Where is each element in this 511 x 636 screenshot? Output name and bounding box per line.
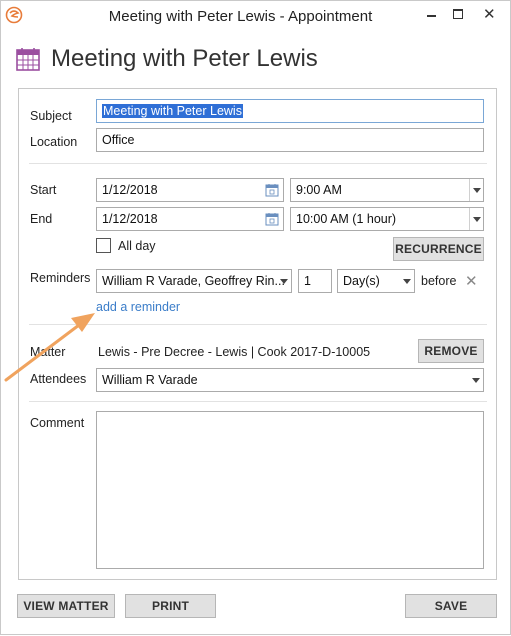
reminder-count-input[interactable]: 1 xyxy=(298,269,332,293)
all-day-label: All day xyxy=(118,239,156,253)
attendees-dropdown[interactable]: William R Varade xyxy=(96,368,484,392)
close-button[interactable]: ✕ xyxy=(477,3,501,27)
calendar-icon xyxy=(16,48,40,71)
location-input[interactable]: Office xyxy=(96,128,484,152)
save-button[interactable]: SAVE xyxy=(405,594,497,618)
reminders-recipients-value: William R Varade, Geoffrey Rin... xyxy=(102,274,285,288)
maximize-button[interactable] xyxy=(447,3,471,27)
comment-label: Comment xyxy=(30,416,85,430)
appointment-form-panel: Subject Meeting with Peter Lewis Locatio… xyxy=(18,88,497,580)
reminder-unit-dropdown[interactable]: Day(s) xyxy=(337,269,415,293)
remove-matter-button[interactable]: REMOVE xyxy=(418,339,484,363)
attendees-label: Attendees xyxy=(30,372,87,386)
location-label: Location xyxy=(30,135,78,149)
view-matter-button[interactable]: VIEW MATTER xyxy=(17,594,115,618)
start-date-picker-icon[interactable] xyxy=(265,183,279,197)
add-reminder-link[interactable]: add a reminder xyxy=(96,300,180,314)
chevron-down-icon xyxy=(277,270,291,292)
subject-input[interactable]: Meeting with Peter Lewis xyxy=(96,99,484,123)
end-date-value: 1/12/2018 xyxy=(102,212,158,226)
subject-label: Subject xyxy=(30,109,72,123)
start-date-input[interactable]: 1/12/2018 xyxy=(96,178,284,202)
recurrence-button[interactable]: RECURRENCE xyxy=(393,237,484,261)
app-logo-icon xyxy=(5,6,23,24)
end-time-dropdown[interactable]: 10:00 AM (1 hour) xyxy=(290,207,484,231)
end-date-picker-icon[interactable] xyxy=(265,212,279,226)
comment-textarea[interactable] xyxy=(96,411,484,569)
start-label: Start xyxy=(30,183,57,197)
reminder-unit-value: Day(s) xyxy=(343,274,380,288)
matter-value: Lewis - Pre Decree - Lewis | Cook 2017-D… xyxy=(98,345,371,359)
chevron-down-icon xyxy=(469,208,483,230)
appointment-window: Meeting with Peter Lewis - Appointment ✕… xyxy=(0,0,511,635)
title-bar: Meeting with Peter Lewis - Appointment ✕ xyxy=(1,1,510,33)
reminders-recipients-dropdown[interactable]: William R Varade, Geoffrey Rin... xyxy=(96,269,292,293)
matter-label: Matter xyxy=(30,345,66,359)
chevron-down-icon xyxy=(469,179,483,201)
subject-value: Meeting with Peter Lewis xyxy=(102,104,243,118)
divider xyxy=(29,163,487,164)
attendees-value: William R Varade xyxy=(102,373,198,387)
end-date-input[interactable]: 1/12/2018 xyxy=(96,207,284,231)
divider xyxy=(29,401,487,402)
chevron-down-icon xyxy=(469,369,483,391)
close-icon: ✕ xyxy=(483,6,496,23)
end-time-value: 10:00 AM (1 hour) xyxy=(296,212,397,226)
page-title: Meeting with Peter Lewis xyxy=(51,45,318,72)
divider xyxy=(29,324,487,325)
minimize-button[interactable] xyxy=(421,3,445,27)
window-title: Meeting with Peter Lewis - Appointment xyxy=(108,8,373,25)
start-time-dropdown[interactable]: 9:00 AM xyxy=(290,178,484,202)
chevron-down-icon xyxy=(400,270,414,292)
start-time-value: 9:00 AM xyxy=(296,183,342,197)
reminders-label: Reminders xyxy=(30,271,91,285)
end-label: End xyxy=(30,212,53,226)
reminder-before-text: before xyxy=(421,274,457,288)
start-date-value: 1/12/2018 xyxy=(102,183,158,197)
remove-reminder-icon[interactable]: ✕ xyxy=(465,272,478,290)
print-button[interactable]: PRINT xyxy=(125,594,216,618)
all-day-checkbox[interactable] xyxy=(96,238,111,253)
